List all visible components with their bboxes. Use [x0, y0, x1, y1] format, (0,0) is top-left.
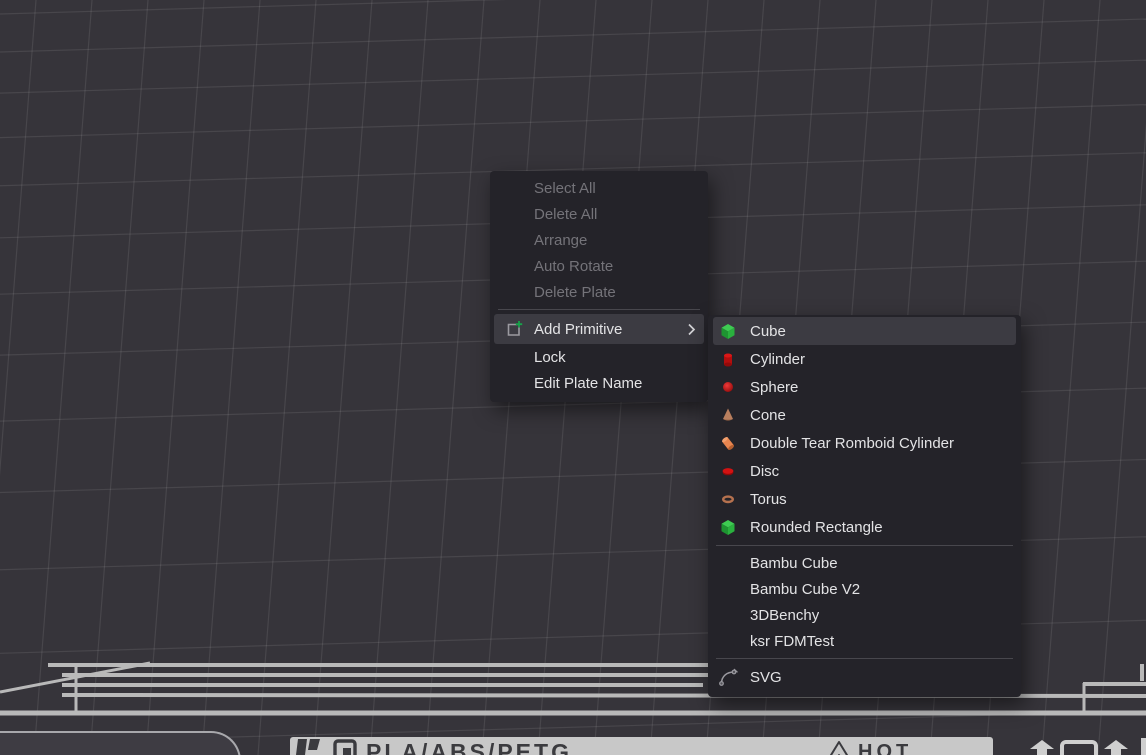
hot-label: HOT — [858, 741, 912, 755]
torus-icon — [717, 489, 739, 509]
submenu-item-label: Torus — [750, 491, 787, 508]
submenu-item-label: ksr FDMTest — [750, 633, 834, 650]
chevron-right-icon — [687, 323, 696, 336]
submenu-item-label: Sphere — [750, 379, 798, 396]
add-primitive-submenu: Cube Cylinder Sphere — [708, 315, 1021, 697]
add-primitive-icon — [502, 319, 524, 339]
submenu-item-disc[interactable]: Disc — [713, 457, 1016, 485]
cube-icon — [717, 321, 739, 341]
tilted-cylinder-icon — [717, 433, 739, 453]
disc-icon — [717, 461, 739, 481]
submenu-item-rounded-rectangle[interactable]: Rounded Rectangle — [713, 513, 1016, 541]
menu-item-arrange: Arrange — [494, 227, 704, 253]
cone-icon — [717, 405, 739, 425]
menu-item-delete-plate: Delete Plate — [494, 279, 704, 305]
plate-arrow-up-icon[interactable] — [1026, 739, 1058, 755]
slicer-3d-viewport[interactable]: PLA/ABS/PETG HOT Select All Delete All A… — [0, 0, 1146, 755]
submenu-item-label: Bambu Cube V2 — [750, 581, 860, 598]
menu-item-auto-rotate: Auto Rotate — [494, 253, 704, 279]
submenu-item-label: Cube — [750, 323, 786, 340]
menu-item-label: Arrange — [534, 232, 587, 249]
plate-arrow-up-icon[interactable] — [1100, 739, 1132, 755]
plate-context-menu: Select All Delete All Arrange Auto Rotat… — [490, 171, 708, 402]
hot-warning-triangle-icon — [826, 740, 852, 755]
rounded-cube-icon — [717, 517, 739, 537]
adjacent-plate-corner — [0, 731, 241, 755]
submenu-item-bambu-cube-v2[interactable]: Bambu Cube V2 — [713, 576, 1016, 602]
submenu-item-bambu-cube[interactable]: Bambu Cube — [713, 550, 1016, 576]
submenu-item-sphere[interactable]: Sphere — [713, 373, 1016, 401]
bambu-lab-logo-icon — [296, 739, 322, 755]
submenu-item-label: Cone — [750, 407, 786, 424]
submenu-item-cylinder[interactable]: Cylinder — [713, 345, 1016, 373]
submenu-item-label: Rounded Rectangle — [750, 519, 883, 536]
cylinder-icon — [717, 349, 739, 369]
submenu-item-double-tear-romboid-cylinder[interactable]: Double Tear Romboid Cylinder — [713, 429, 1016, 457]
menu-item-label: Edit Plate Name — [534, 375, 642, 392]
plate-type-logo-icon — [333, 739, 357, 755]
menu-item-delete-all: Delete All — [494, 201, 704, 227]
submenu-item-ksr-fdmtest[interactable]: ksr FDMTest — [713, 628, 1016, 654]
submenu-item-label: Disc — [750, 463, 779, 480]
menu-item-add-primitive[interactable]: Add Primitive — [494, 314, 704, 344]
submenu-item-label: SVG — [750, 669, 782, 686]
submenu-item-svg[interactable]: SVG — [713, 663, 1016, 691]
menu-item-lock[interactable]: Lock — [494, 344, 704, 370]
submenu-item-cone[interactable]: Cone — [713, 401, 1016, 429]
menu-item-label: Delete Plate — [534, 284, 616, 301]
sphere-icon — [717, 377, 739, 397]
submenu-item-3dbenchy[interactable]: 3DBenchy — [713, 602, 1016, 628]
menu-item-label: Auto Rotate — [534, 258, 613, 275]
menu-item-label: Add Primitive — [534, 321, 622, 338]
plate-edge-marker — [1141, 738, 1146, 755]
menu-separator — [498, 309, 700, 310]
plate-surface-label: PLA/ABS/PETG — [366, 739, 572, 755]
submenu-item-label: Double Tear Romboid Cylinder — [750, 435, 954, 452]
submenu-item-cube[interactable]: Cube — [713, 317, 1016, 345]
submenu-item-label: 3DBenchy — [750, 607, 819, 624]
submenu-separator — [716, 545, 1013, 546]
menu-item-label: Delete All — [534, 206, 597, 223]
submenu-item-label: Cylinder — [750, 351, 805, 368]
plate-rect-button-icon[interactable] — [1060, 740, 1098, 755]
submenu-separator — [716, 658, 1013, 659]
submenu-item-torus[interactable]: Torus — [713, 485, 1016, 513]
menu-item-label: Lock — [534, 349, 566, 366]
menu-item-select-all: Select All — [494, 175, 704, 201]
bezier-curve-icon — [717, 667, 739, 687]
menu-item-edit-plate-name[interactable]: Edit Plate Name — [494, 370, 704, 396]
submenu-item-label: Bambu Cube — [750, 555, 838, 572]
menu-item-label: Select All — [534, 180, 596, 197]
